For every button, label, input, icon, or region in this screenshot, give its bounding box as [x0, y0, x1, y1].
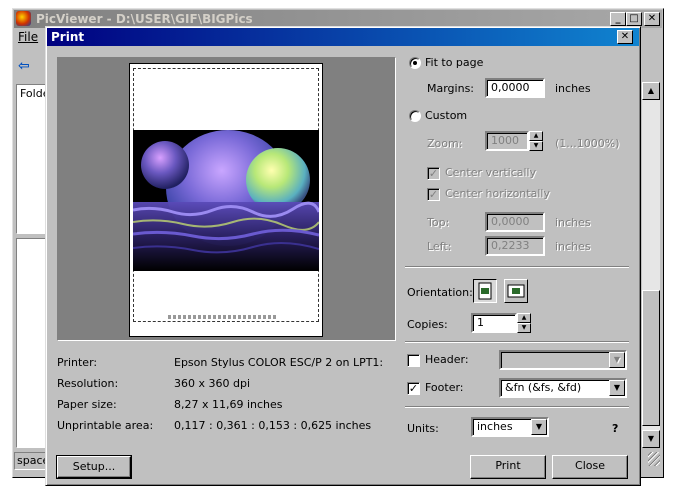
zoom-range: (1...1000%) — [555, 137, 620, 150]
left-input[interactable]: 0,2233 — [485, 236, 545, 256]
menu-file[interactable]: File — [18, 30, 38, 44]
center-horizontally-checkbox[interactable]: ✓ — [427, 188, 440, 201]
scroll-down-button[interactable]: ▼ — [642, 430, 660, 448]
header-label: Header: — [425, 353, 469, 366]
landscape-button[interactable] — [504, 279, 528, 303]
print-button[interactable]: Print — [470, 455, 546, 479]
copies-spinner[interactable]: ▲ ▼ — [517, 313, 531, 333]
copies-down-arrow-icon[interactable]: ▼ — [517, 323, 531, 333]
left-label: Left: — [427, 240, 452, 253]
help-icon[interactable]: ? — [612, 422, 618, 435]
footer-input[interactable]: &fn (&fs, &fd) — [499, 378, 627, 398]
custom-label[interactable]: Custom — [425, 109, 467, 122]
fit-to-page-label[interactable]: Fit to page — [425, 56, 483, 69]
units-dropdown-icon[interactable]: ▼ — [531, 419, 547, 435]
zoom-label: Zoom: — [427, 137, 463, 150]
back-arrow-icon[interactable]: ⇦ — [18, 58, 30, 74]
center-vertically-label: Center vertically — [445, 166, 537, 179]
preview-footer-text — [168, 315, 278, 319]
copies-label: Copies: — [407, 318, 448, 331]
separator — [405, 406, 629, 408]
scroll-up-button[interactable]: ▲ — [642, 82, 660, 100]
paper-size-value: 8,27 x 11,69 inches — [174, 398, 283, 411]
print-dialog-title: Print — [47, 28, 639, 46]
minimize-button[interactable]: _ — [610, 12, 626, 26]
footer-checkbox[interactable]: ✓ — [407, 382, 420, 395]
footer-label: Footer: — [425, 381, 464, 394]
header-input[interactable] — [499, 350, 627, 370]
window-close-button[interactable]: ✕ — [644, 12, 660, 26]
zoom-spinner[interactable]: ▲ ▼ — [529, 131, 543, 151]
margins-label: Margins: — [427, 82, 475, 95]
paper-size-label: Paper size: — [57, 398, 117, 411]
orientation-label: Orientation: — [407, 286, 473, 299]
margins-input[interactable]: 0,0000 — [485, 78, 545, 98]
close-button[interactable]: Close — [552, 455, 628, 479]
zoom-up-arrow-icon[interactable]: ▲ — [529, 131, 543, 141]
center-horizontally-label: Center horizontally — [445, 187, 550, 200]
portrait-icon — [478, 282, 492, 300]
separator — [405, 341, 629, 343]
setup-button[interactable]: Setup... — [56, 455, 132, 479]
copies-up-arrow-icon[interactable]: ▲ — [517, 313, 531, 323]
resize-grip[interactable] — [648, 452, 660, 466]
left-unit: inches — [555, 240, 591, 253]
footer-dropdown-icon[interactable]: ▼ — [609, 380, 625, 396]
separator — [405, 266, 629, 268]
printer-value: Epson Stylus COLOR ESC/P 2 on LPT1: — [174, 356, 384, 369]
maximize-button[interactable]: □ — [626, 12, 642, 26]
resolution-value: 360 x 360 dpi — [174, 377, 251, 390]
custom-radio[interactable] — [409, 110, 421, 122]
scroll-thumb[interactable] — [642, 290, 660, 426]
margins-unit: inches — [555, 82, 591, 95]
fit-to-page-radio[interactable] — [409, 57, 421, 69]
top-label: Top: — [427, 216, 450, 229]
unprintable-area-value: 0,117 : 0,361 : 0,153 : 0,625 inches — [174, 419, 372, 432]
menu-file-label: File — [18, 30, 39, 44]
preview-image — [133, 130, 319, 271]
zoom-input[interactable]: 1000 — [485, 131, 529, 151]
resolution-label: Resolution: — [57, 377, 119, 390]
printer-label: Printer: — [57, 356, 98, 369]
header-checkbox[interactable] — [407, 354, 420, 367]
portrait-button[interactable] — [473, 279, 497, 303]
center-vertically-checkbox[interactable]: ✓ — [427, 167, 440, 180]
landscape-icon — [507, 284, 525, 298]
copies-input[interactable]: 1 — [471, 313, 517, 333]
picviewer-app-icon — [16, 11, 31, 26]
header-dropdown-icon[interactable]: ▼ — [609, 352, 625, 368]
dialog-close-button[interactable]: ✕ — [617, 30, 633, 44]
units-label: Units: — [407, 422, 439, 435]
zoom-down-arrow-icon[interactable]: ▼ — [529, 141, 543, 151]
top-input[interactable]: 0,0000 — [485, 212, 545, 232]
unprintable-area-label: Unprintable area: — [57, 419, 154, 432]
top-unit: inches — [555, 216, 591, 229]
